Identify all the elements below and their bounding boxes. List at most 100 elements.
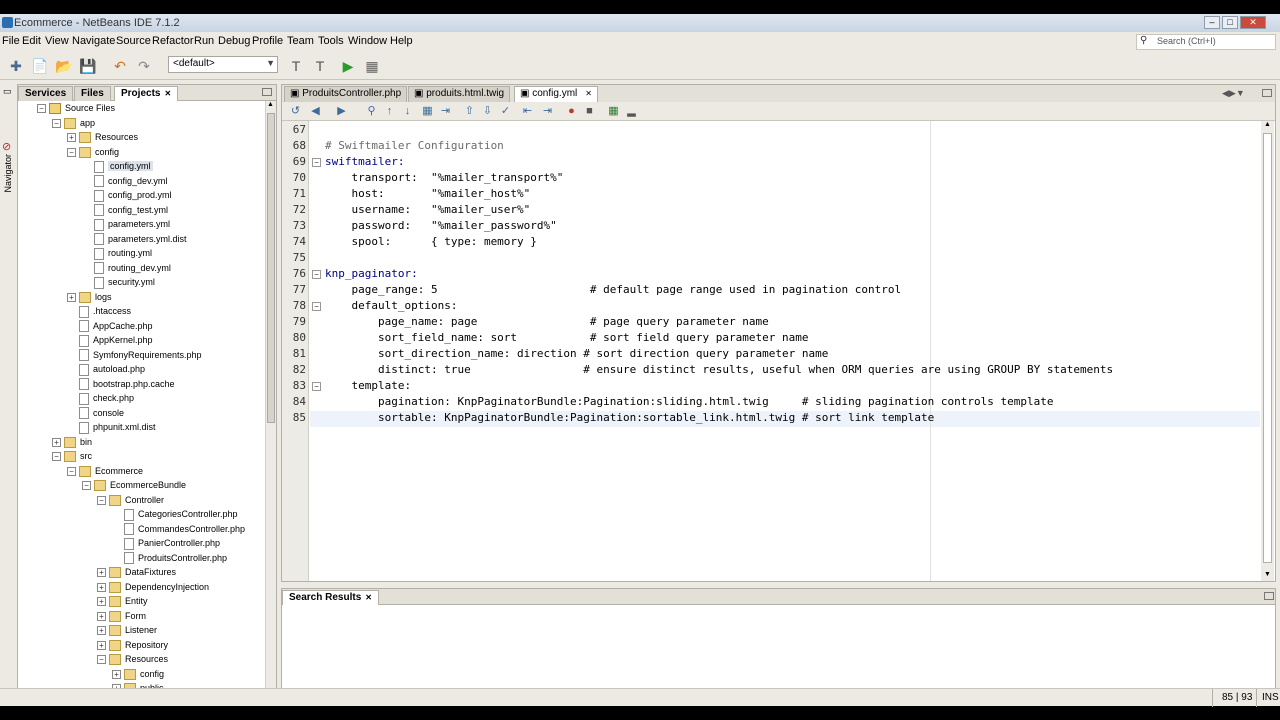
code-line[interactable]: distinct: true # ensure distinct results… — [325, 363, 1113, 376]
code-line[interactable]: password: "%mailer_password%" — [325, 219, 556, 232]
comment-icon[interactable]: ▦ — [606, 104, 621, 119]
tree-node[interactable]: − Resources — [97, 652, 168, 666]
expand-icon[interactable]: + — [97, 597, 106, 607]
find-next-icon[interactable]: ↓ — [400, 104, 415, 119]
tree-node[interactable]: security.yml — [82, 275, 155, 289]
tree-node[interactable]: − Controller — [97, 493, 164, 507]
scrollbar-thumb[interactable] — [1263, 133, 1272, 563]
collapse-icon[interactable]: − — [97, 655, 106, 665]
build-icon[interactable]: T — [286, 56, 306, 76]
tree-node[interactable]: parameters.yml.dist — [82, 232, 187, 246]
tree-node[interactable]: + Entity — [97, 594, 148, 608]
code-line[interactable]: swiftmailer: — [325, 155, 404, 168]
code-line[interactable]: pagination: KnpPaginatorBundle:Paginatio… — [325, 395, 1054, 408]
menu-profile[interactable]: Profile — [252, 35, 283, 47]
tree-node[interactable]: − Source Files — [37, 101, 115, 115]
new-project-icon[interactable]: ✚ — [6, 56, 26, 76]
collapse-icon[interactable]: − — [37, 104, 46, 114]
redo-icon[interactable]: ↷ — [134, 56, 154, 76]
tree-node[interactable]: phpunit.xml.dist — [67, 420, 156, 434]
code-line[interactable]: transport: "%mailer_transport%" — [325, 171, 563, 184]
scroll-up-icon[interactable]: ▲ — [1264, 121, 1271, 128]
open-project-icon[interactable]: 📂 — [54, 56, 74, 76]
save-all-icon[interactable]: 💾 — [78, 56, 98, 76]
close-button[interactable]: ✕ — [1240, 16, 1266, 29]
tree-node[interactable]: parameters.yml — [82, 217, 170, 231]
expand-icon[interactable]: + — [112, 669, 121, 679]
tree-node[interactable]: − EcommerceBundle — [82, 478, 186, 492]
stop-macro-icon[interactable]: ■ — [582, 104, 597, 119]
tree-node[interactable]: routing.yml — [82, 246, 152, 260]
tree-node[interactable]: AppKernel.php — [67, 333, 153, 347]
expand-icon[interactable]: + — [97, 611, 106, 621]
forward-icon[interactable]: ▶ — [334, 104, 349, 119]
code-line[interactable]: page_range: 5 # default page range used … — [325, 283, 901, 296]
collapse-icon[interactable]: − — [67, 147, 76, 157]
last-edit-icon[interactable]: ↺ — [288, 104, 303, 119]
tab-search-results[interactable]: Search Results ✕ — [282, 590, 379, 605]
menu-file[interactable]: File — [2, 35, 20, 47]
navigator-restore-icon[interactable]: ▭ — [3, 86, 12, 97]
menu-source[interactable]: Source — [116, 35, 151, 47]
menu-team[interactable]: Team — [287, 35, 314, 47]
tab-files[interactable]: Files — [74, 86, 111, 101]
code-line[interactable]: host: "%mailer_host%" — [325, 187, 530, 200]
collapse-icon[interactable]: − — [97, 495, 106, 505]
run-icon[interactable]: ▶ — [338, 56, 358, 76]
code-line[interactable]: spool: { type: memory } — [325, 235, 536, 248]
tree-node[interactable]: + DependencyInjection — [97, 580, 209, 594]
minimize-button[interactable]: – — [1204, 16, 1220, 29]
tree-node[interactable]: CategoriesController.php — [112, 507, 238, 521]
expand-icon[interactable]: + — [97, 640, 106, 650]
scrollbar-thumb[interactable] — [267, 113, 275, 423]
code-line[interactable]: # Swiftmailer Configuration — [325, 139, 504, 152]
tree-node[interactable]: + logs — [67, 290, 112, 304]
next-bookmark-icon[interactable]: ⇩ — [480, 104, 495, 119]
expand-icon[interactable]: + — [52, 437, 61, 447]
tree-node[interactable]: − app — [52, 116, 95, 130]
maximize-button[interactable]: □ — [1222, 16, 1238, 29]
tree-node[interactable]: config_prod.yml — [82, 188, 172, 202]
navigator-tab[interactable]: Navigator — [3, 154, 13, 193]
shift-left-icon[interactable]: ⇤ — [520, 104, 535, 119]
menu-edit[interactable]: Edit — [22, 35, 41, 47]
code-line[interactable]: knp_paginator: — [325, 267, 418, 280]
debug-icon[interactable]: ▦ — [362, 56, 382, 76]
close-tab-icon[interactable]: ✕ — [585, 89, 592, 98]
tree-node[interactable]: + Resources — [67, 130, 138, 144]
tree-node[interactable]: + bin — [52, 435, 92, 449]
tab-produitscontroller[interactable]: ▣ ProduitsController.php — [284, 86, 408, 102]
collapse-icon[interactable]: − — [67, 466, 76, 476]
code-line[interactable]: sort_direction_name: direction # sort di… — [325, 347, 828, 360]
tree-node[interactable]: check.php — [67, 391, 134, 405]
menu-view[interactable]: View — [45, 35, 69, 47]
tree-node[interactable]: CommandesController.php — [112, 522, 245, 536]
close-tab-icon[interactable]: ✕ — [365, 593, 372, 602]
code-line[interactable]: username: "%mailer_user%" — [325, 203, 530, 216]
fold-toggle-icon[interactable]: − — [312, 270, 321, 279]
code-line[interactable]: default_options: — [325, 299, 457, 312]
tree-node[interactable]: config_dev.yml — [82, 174, 167, 188]
uncomment-icon[interactable]: ▂ — [624, 104, 639, 119]
fold-toggle-icon[interactable]: − — [312, 302, 321, 311]
tree-node[interactable]: ProduitsController.php — [112, 551, 227, 565]
tab-produits-twig[interactable]: ▣ produits.html.twig — [408, 86, 511, 102]
tree-node[interactable]: PanierController.php — [112, 536, 220, 550]
menu-refactor[interactable]: Refactor — [152, 35, 194, 47]
menu-debug[interactable]: Debug — [218, 35, 250, 47]
code-line[interactable]: template: — [325, 379, 411, 392]
tree-node[interactable]: config_test.yml — [82, 203, 168, 217]
fold-toggle-icon[interactable]: − — [312, 382, 321, 391]
back-icon[interactable]: ◀ — [308, 104, 323, 119]
tree-node[interactable]: + Form — [97, 609, 146, 623]
start-macro-icon[interactable]: ● — [564, 104, 579, 119]
menu-help[interactable]: Help — [390, 35, 413, 47]
scroll-up-icon[interactable]: ▲ — [267, 101, 274, 108]
tab-projects[interactable]: Projects ✕ — [114, 86, 179, 101]
tree-node[interactable]: − src — [52, 449, 92, 463]
collapse-icon[interactable]: − — [82, 481, 91, 491]
tab-services[interactable]: Services — [18, 86, 74, 101]
tree-node[interactable]: AppCache.php — [67, 319, 153, 333]
tree-node[interactable]: + DataFixtures — [97, 565, 176, 579]
search-box[interactable]: ⚲ Search (Ctrl+I) — [1136, 34, 1276, 50]
